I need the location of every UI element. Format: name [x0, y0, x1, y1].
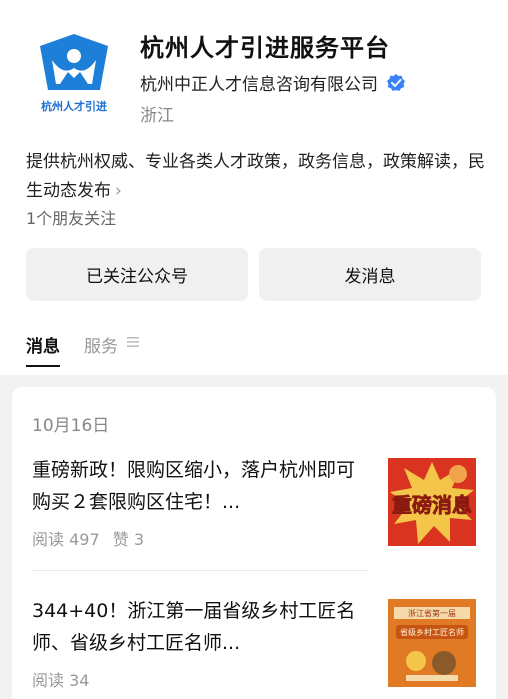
message-date: 10月16日 [32, 416, 110, 436]
account-name: 杭州人才引进服务平台 [140, 34, 390, 62]
tab-messages[interactable]: 消息 [26, 332, 60, 367]
article-thumbnail[interactable]: 浙江省第一届 省级乡村工匠名师 [388, 599, 476, 687]
tab-bar: 消息 服务 [26, 332, 164, 367]
chevron-right-icon: › [115, 181, 122, 201]
like-count: 赞 3 [112, 530, 145, 549]
logo-text: 杭州人才引进 [41, 99, 107, 113]
friends-following: 1个朋友关注 [26, 209, 117, 228]
account-description[interactable]: 提供杭州权威、专业各类人才政策，政务信息，政策解读，民生动态发布 › [26, 148, 486, 206]
article-title[interactable]: 344+40！浙江第一届省级乡村工匠名师、省级乡村工匠名师... [32, 595, 362, 659]
send-message-button[interactable]: 发消息 [259, 248, 481, 301]
divider [32, 570, 368, 571]
company-name[interactable]: 杭州中正人才信息咨询有限公司 [140, 70, 378, 95]
thumbnail-text: 重磅消息 [392, 493, 472, 517]
account-region: 浙江 [140, 106, 174, 126]
tab-services[interactable]: 服务 [84, 332, 140, 364]
company-row[interactable]: 杭州中正人才信息咨询有限公司 [140, 70, 406, 95]
message-card: 10月16日 重磅新政！限购区缩小，落户杭州即可购买２套限购区住宅！... 阅读… [12, 387, 496, 699]
article-title[interactable]: 重磅新政！限购区缩小，落户杭州即可购买２套限购区住宅！... [32, 454, 362, 518]
read-count: 阅读 497 [32, 530, 100, 549]
menu-icon [127, 337, 139, 347]
description-text: 提供杭州权威、专业各类人才政策，政务信息，政策解读，民生动态发布 [26, 152, 485, 201]
thumbnail-subtext: 省级乡村工匠名师 [400, 627, 464, 637]
official-account-page: 杭州人才引进 杭州人才引进服务平台 杭州中正人才信息咨询有限公司 浙江 提供杭州… [0, 0, 508, 699]
account-header: 杭州人才引进 杭州人才引进服务平台 杭州中正人才信息咨询有限公司 浙江 [0, 0, 508, 140]
article-meta: 阅读 34 [32, 667, 97, 691]
account-logo-icon[interactable]: 杭州人才引进 [30, 30, 118, 118]
thumbnail-text: 浙江省第一届 [408, 608, 456, 618]
article-meta: 阅读 497 赞 3 [32, 526, 152, 550]
tab-services-label: 服务 [84, 337, 118, 357]
verified-badge-icon [387, 73, 405, 91]
read-count: 阅读 34 [32, 671, 90, 690]
followed-account-button[interactable]: 已关注公众号 [26, 248, 248, 301]
article-thumbnail[interactable]: 重磅消息 [388, 458, 476, 546]
